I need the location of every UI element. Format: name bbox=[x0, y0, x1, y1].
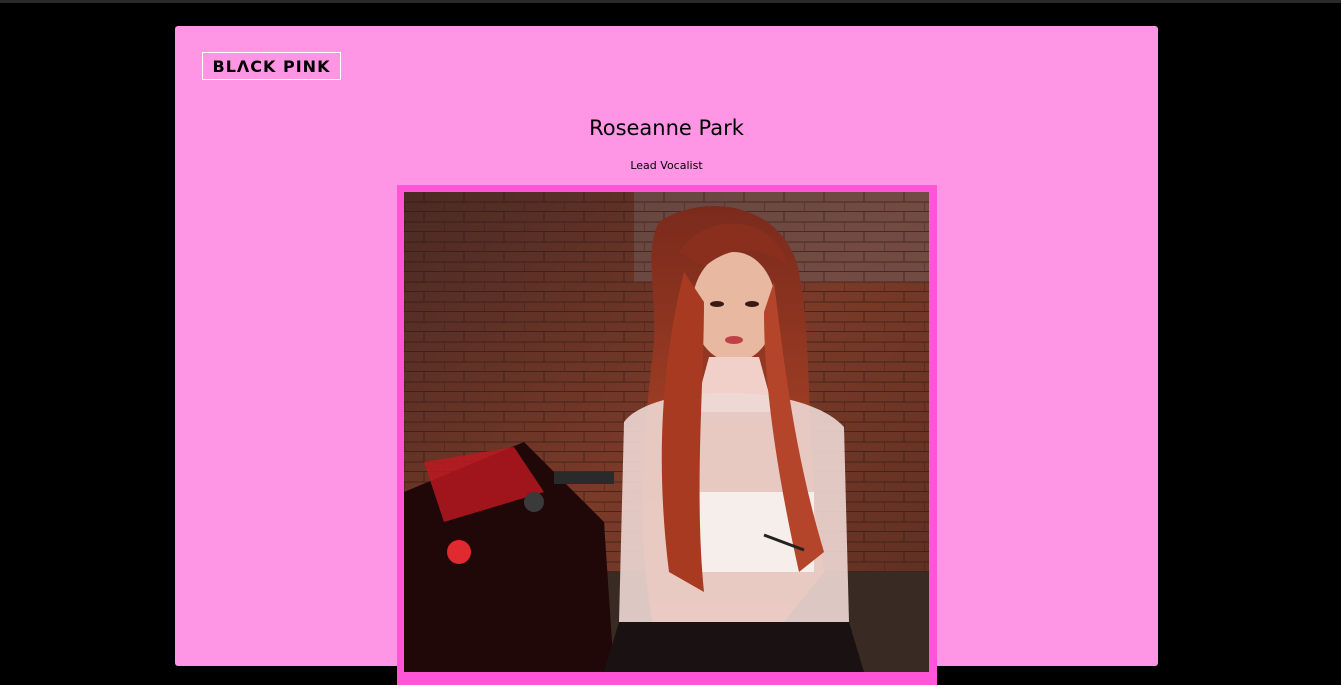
member-role: Lead Vocalist bbox=[630, 159, 703, 172]
member-photo bbox=[404, 192, 929, 672]
photo-frame bbox=[397, 185, 937, 685]
blackpink-logo[interactable]: BLΛCK PINK bbox=[202, 52, 341, 80]
browser-top-edge bbox=[0, 0, 1341, 3]
profile-card: BLΛCK PINK Roseanne Park Lead Vocalist bbox=[175, 26, 1158, 685]
member-name: Roseanne Park bbox=[589, 116, 744, 140]
photo-illustration bbox=[404, 192, 929, 672]
